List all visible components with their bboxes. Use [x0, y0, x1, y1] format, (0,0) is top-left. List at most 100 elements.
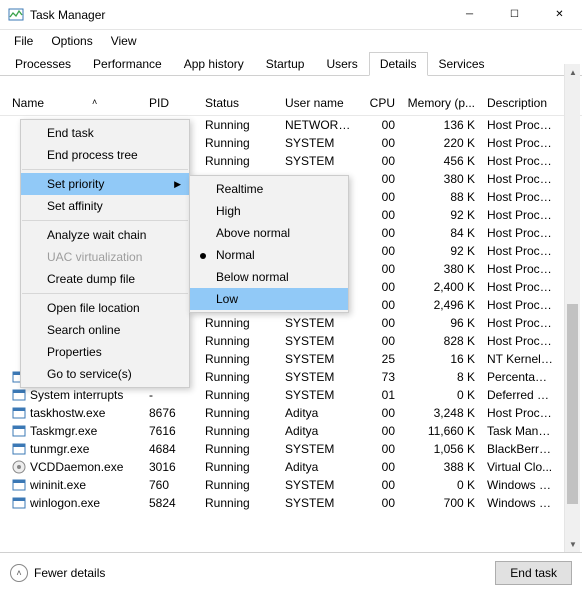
column-pid[interactable]: PID: [143, 96, 199, 110]
process-status: Running: [199, 334, 279, 348]
vertical-scrollbar[interactable]: ▲ ▼: [564, 64, 580, 552]
priority-below-normal[interactable]: Below normal: [190, 266, 348, 288]
ctx-end-process-tree[interactable]: End process tree: [21, 144, 189, 166]
ctx-end-task[interactable]: End task: [21, 122, 189, 144]
priority-low[interactable]: Low: [190, 288, 348, 310]
chevron-up-icon: ˄: [10, 564, 28, 582]
process-cpu: 00: [359, 298, 401, 312]
process-description: Host Proce...: [481, 118, 559, 132]
tab-services[interactable]: Services: [428, 52, 496, 75]
process-user: Aditya: [279, 424, 359, 438]
process-user: Aditya: [279, 406, 359, 420]
fewer-details-toggle[interactable]: ˄ Fewer details: [10, 564, 105, 582]
process-cpu: 00: [359, 172, 401, 186]
column-status[interactable]: Status: [199, 96, 279, 110]
process-memory: 92 K: [401, 244, 481, 258]
table-row[interactable]: tunmgr.exe4684RunningSYSTEM001,056 KBlac…: [0, 440, 582, 458]
process-cpu: 73: [359, 370, 401, 384]
tab-performance[interactable]: Performance: [82, 52, 173, 75]
process-memory: 828 K: [401, 334, 481, 348]
process-status: Running: [199, 442, 279, 456]
process-status: Running: [199, 316, 279, 330]
process-cpu: 00: [359, 262, 401, 276]
scroll-down-icon[interactable]: ▼: [565, 536, 581, 552]
tab-startup[interactable]: Startup: [255, 52, 316, 75]
scroll-up-icon[interactable]: ▲: [565, 64, 581, 80]
column-description[interactable]: Description: [481, 96, 559, 110]
ctx-set-affinity[interactable]: Set affinity: [21, 195, 189, 217]
table-row[interactable]: taskhostw.exe8676RunningAditya003,248 KH…: [0, 404, 582, 422]
priority-normal[interactable]: Normal: [190, 244, 348, 266]
column-name[interactable]: Name ˄: [0, 96, 143, 110]
priority-above-normal[interactable]: Above normal: [190, 222, 348, 244]
ctx-properties[interactable]: Properties: [21, 341, 189, 363]
process-description: Host Proce...: [481, 262, 559, 276]
ctx-set-priority[interactable]: Set priority ▶: [21, 173, 189, 195]
table-row[interactable]: winlogon.exe5824RunningSYSTEM00700 KWind…: [0, 494, 582, 512]
process-icon: [12, 478, 26, 492]
process-name: taskhostw.exe: [30, 406, 105, 420]
process-memory: 2,496 K: [401, 298, 481, 312]
maximize-button[interactable]: ☐: [492, 0, 537, 30]
ctx-separator: [22, 169, 188, 170]
process-description: Host Proce...: [481, 190, 559, 204]
process-name: tunmgr.exe: [30, 442, 89, 456]
process-cpu: 00: [359, 316, 401, 330]
process-memory: 16 K: [401, 352, 481, 366]
process-status: Running: [199, 424, 279, 438]
process-description: Host Proce...: [481, 154, 559, 168]
ctx-open-file-location[interactable]: Open file location: [21, 297, 189, 319]
tab-users[interactable]: Users: [315, 52, 368, 75]
process-memory: 1,056 K: [401, 442, 481, 456]
fewer-details-label: Fewer details: [34, 566, 105, 580]
process-status: Running: [199, 496, 279, 510]
tab-processes[interactable]: Processes: [4, 52, 82, 75]
ctx-analyze-wait-chain[interactable]: Analyze wait chain: [21, 224, 189, 246]
process-memory: 92 K: [401, 208, 481, 222]
menu-view[interactable]: View: [103, 32, 145, 50]
column-name-label: Name: [12, 96, 44, 110]
process-description: Percentage...: [481, 370, 559, 384]
table-row[interactable]: System interrupts-RunningSYSTEM010 KDefe…: [0, 386, 582, 404]
tab-details[interactable]: Details: [369, 52, 428, 76]
process-user: SYSTEM: [279, 316, 359, 330]
process-pid: 3016: [143, 460, 199, 474]
process-cpu: 00: [359, 244, 401, 258]
process-user: SYSTEM: [279, 478, 359, 492]
process-memory: 136 K: [401, 118, 481, 132]
ctx-go-to-services[interactable]: Go to service(s): [21, 363, 189, 385]
process-memory: 0 K: [401, 478, 481, 492]
process-name: winlogon.exe: [30, 496, 100, 510]
menu-file[interactable]: File: [6, 32, 41, 50]
tab-app-history[interactable]: App history: [173, 52, 255, 75]
process-memory: 84 K: [401, 226, 481, 240]
table-row[interactable]: VCDDaemon.exe3016RunningAditya00388 KVir…: [0, 458, 582, 476]
process-pid: 8676: [143, 406, 199, 420]
ctx-separator: [22, 220, 188, 221]
process-cpu: 00: [359, 460, 401, 474]
process-status: Running: [199, 118, 279, 132]
column-headers: Name ˄ PID Status User name CPU Memory (…: [0, 90, 582, 116]
process-description: Host Proce...: [481, 316, 559, 330]
ctx-create-dump-file[interactable]: Create dump file: [21, 268, 189, 290]
process-description: NT Kernel ...: [481, 352, 559, 366]
column-user[interactable]: User name: [279, 96, 359, 110]
column-memory[interactable]: Memory (p...: [401, 96, 481, 110]
end-task-button[interactable]: End task: [495, 561, 572, 585]
column-cpu[interactable]: CPU: [359, 96, 401, 110]
minimize-button[interactable]: ─: [447, 0, 492, 30]
scroll-thumb[interactable]: [567, 304, 578, 504]
table-row[interactable]: wininit.exe760RunningSYSTEM000 KWindows …: [0, 476, 582, 494]
table-row[interactable]: Taskmgr.exe7616RunningAditya0011,660 KTa…: [0, 422, 582, 440]
process-memory: 700 K: [401, 496, 481, 510]
process-description: Windows L...: [481, 496, 559, 510]
priority-realtime[interactable]: Realtime: [190, 178, 348, 200]
priority-high[interactable]: High: [190, 200, 348, 222]
sort-ascending-icon: ˄: [92, 97, 97, 107]
ctx-search-online[interactable]: Search online: [21, 319, 189, 341]
process-description: Host Proce...: [481, 334, 559, 348]
close-button[interactable]: ✕: [537, 0, 582, 30]
menu-options[interactable]: Options: [43, 32, 100, 50]
process-icon: [12, 406, 26, 420]
process-cpu: 00: [359, 406, 401, 420]
